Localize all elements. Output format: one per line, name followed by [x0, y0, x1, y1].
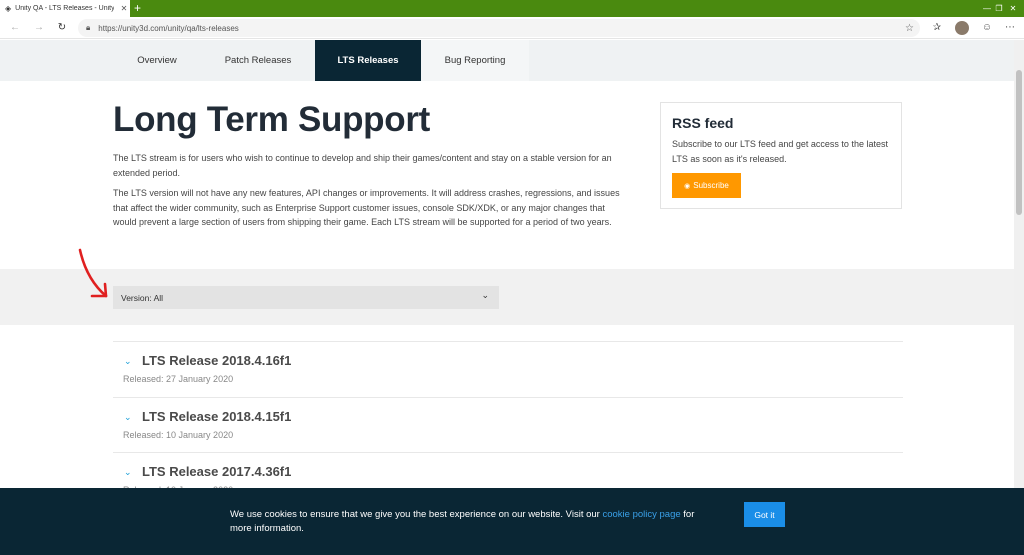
- rss-title: RSS feed: [672, 115, 734, 131]
- chevron-down-icon[interactable]: ⌄: [124, 412, 132, 423]
- url-text: https://unity3d.com/unity/qa/lts-release…: [98, 23, 239, 33]
- release-item[interactable]: ⌄ LTS Release 2018.4.15f1 Released: 10 J…: [113, 397, 903, 453]
- version-select-value: Version: All: [121, 292, 164, 303]
- chevron-down-icon[interactable]: ⌄: [124, 356, 132, 367]
- refresh-icon[interactable]: ↻: [55, 21, 69, 35]
- tab-lts-releases[interactable]: LTS Releases: [315, 40, 421, 81]
- address-bar[interactable]: 🔒︎ https://unity3d.com/unity/qa/lts-rele…: [78, 19, 920, 37]
- release-date: Released: 27 January 2020: [123, 374, 234, 384]
- cookie-banner: We use cookies to ensure that we give yo…: [0, 488, 1024, 555]
- profile-icon[interactable]: [955, 21, 969, 35]
- got-it-button[interactable]: Got it: [744, 502, 785, 527]
- cookie-text-before: We use cookies to ensure that we give yo…: [230, 509, 603, 520]
- browser-tab[interactable]: ◈ Unity QA - LTS Releases - Unity ✕: [0, 0, 130, 17]
- favorite-star-icon[interactable]: ☆: [905, 23, 914, 34]
- chevron-down-icon: ⌄: [481, 290, 489, 300]
- page-title: Long Term Support: [113, 100, 430, 139]
- tab-close-icon[interactable]: ✕: [118, 4, 130, 13]
- favorites-icon[interactable]: ✰: [930, 21, 944, 35]
- browser-titlebar: [0, 0, 1024, 17]
- release-date: Released: 10 January 2020: [123, 430, 234, 440]
- subscribe-label: Subscribe: [693, 181, 729, 190]
- more-icon[interactable]: ⋯: [1003, 21, 1017, 35]
- scrollbar-thumb[interactable]: [1016, 70, 1022, 215]
- release-title[interactable]: LTS Release 2017.4.36f1: [142, 464, 291, 479]
- rss-feed-box: RSS feed Subscribe to our LTS feed and g…: [660, 102, 902, 209]
- release-item[interactable]: ⌄ LTS Release 2018.4.16f1 Released: 27 J…: [113, 341, 903, 397]
- version-select[interactable]: Version: All ⌄: [113, 286, 499, 309]
- new-tab-button[interactable]: +: [134, 1, 141, 15]
- rss-icon: ◉: [684, 182, 691, 190]
- release-title[interactable]: LTS Release 2018.4.16f1: [142, 353, 291, 368]
- intro-paragraph: The LTS stream is for users who wish to …: [113, 153, 612, 178]
- cookie-policy-link[interactable]: cookie policy page: [602, 509, 680, 520]
- unity-logo-icon: ◈: [5, 4, 12, 13]
- lock-icon: 🔒︎: [86, 23, 91, 32]
- tab-title: Unity QA - LTS Releases - Unity: [15, 5, 114, 12]
- release-title[interactable]: LTS Release 2018.4.15f1: [142, 409, 291, 424]
- qa-subnav: Overview Patch Releases LTS Releases Bug…: [0, 40, 1014, 81]
- close-icon[interactable]: ✕: [1002, 0, 1024, 17]
- browser-toolbar: ← → ↻ 🔒︎ https://unity3d.com/unity/qa/lt…: [0, 17, 1024, 39]
- annotation-arrow-icon: [78, 248, 108, 298]
- details-paragraph: The LTS version will not have any new fe…: [113, 188, 620, 227]
- tab-bug-reporting[interactable]: Bug Reporting: [421, 40, 529, 81]
- tab-patch-releases[interactable]: Patch Releases: [201, 40, 315, 81]
- cookie-message: We use cookies to ensure that we give yo…: [230, 508, 710, 536]
- back-icon[interactable]: ←: [8, 21, 22, 35]
- feedback-icon[interactable]: ☺: [980, 21, 994, 35]
- chevron-down-icon[interactable]: ⌄: [124, 467, 132, 478]
- subscribe-button[interactable]: ◉ Subscribe: [672, 173, 741, 198]
- rss-description: Subscribe to our LTS feed and get access…: [672, 139, 888, 164]
- tab-overview[interactable]: Overview: [113, 40, 201, 81]
- forward-icon[interactable]: →: [32, 21, 46, 35]
